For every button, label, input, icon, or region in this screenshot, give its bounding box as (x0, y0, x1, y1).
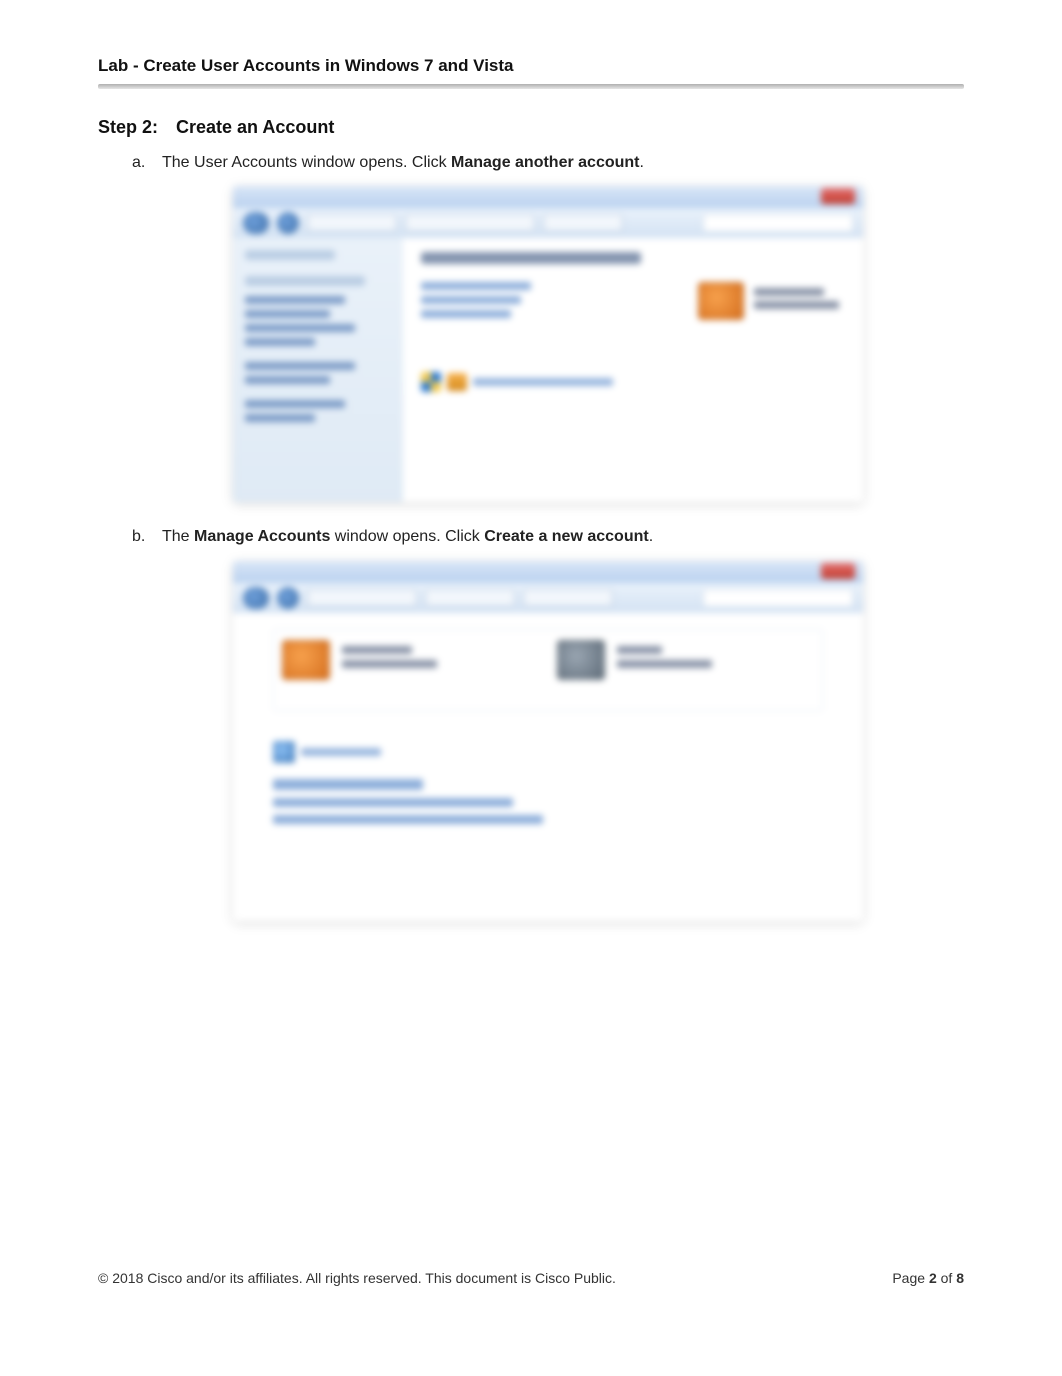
search-input[interactable] (703, 214, 853, 232)
shield-icon (421, 372, 441, 392)
back-button[interactable] (243, 587, 269, 609)
main-content (233, 613, 863, 921)
text-before: The User Accounts window opens. Click (162, 154, 451, 171)
bold-manage-another: Manage another account (451, 154, 639, 171)
link-text (301, 748, 381, 756)
account-tile[interactable] (557, 640, 712, 680)
page-number: 2 (929, 1270, 937, 1286)
search-input[interactable] (703, 589, 853, 607)
text-after: . (649, 528, 653, 545)
sidebar-link[interactable] (245, 296, 345, 304)
address-bar (233, 583, 863, 613)
account-type (754, 301, 839, 309)
sidebar-link[interactable] (245, 338, 315, 346)
list-item: b. The Manage Accounts window opens. Cli… (132, 526, 964, 548)
list-marker: a. (132, 152, 150, 174)
copyright: © 2018 Cisco and/or its affiliates. All … (98, 1270, 616, 1286)
sidebar (233, 238, 403, 502)
step-heading: Step 2: Create an Account (98, 117, 964, 138)
account-name (617, 646, 662, 654)
screenshot-user-accounts (233, 186, 863, 502)
breadcrumb[interactable] (307, 589, 417, 607)
breadcrumb[interactable] (523, 589, 613, 607)
header-divider (98, 84, 964, 89)
account-link[interactable] (273, 815, 543, 824)
account-name (754, 288, 824, 296)
text-mid: window opens. Click (330, 528, 484, 545)
forward-button[interactable] (277, 212, 299, 234)
page-label: Page (892, 1270, 929, 1286)
list-text: The Manage Accounts window opens. Click … (162, 526, 653, 548)
parental-controls-link[interactable] (273, 741, 823, 763)
list-text: The User Accounts window opens. Click Ma… (162, 152, 644, 174)
avatar-icon (282, 640, 330, 680)
window-titlebar (233, 186, 863, 208)
account-link[interactable] (421, 310, 511, 318)
sidebar-link[interactable] (245, 400, 345, 408)
account-link[interactable] (273, 798, 513, 807)
bold-manage-accounts: Manage Accounts (194, 528, 330, 545)
breadcrumb[interactable] (425, 589, 515, 607)
address-bar (233, 208, 863, 238)
close-icon[interactable] (821, 563, 855, 579)
account-type (342, 660, 437, 668)
main-content (403, 238, 863, 502)
content-heading (421, 252, 641, 264)
step-title-text: Create an Account (176, 117, 334, 137)
additional-action-heading (273, 779, 423, 790)
avatar-icon (698, 282, 744, 320)
list-marker: b. (132, 526, 150, 548)
account-name (342, 646, 412, 654)
current-account-tile (698, 282, 839, 320)
lab-title: Lab - Create User Accounts in Windows 7 … (98, 56, 964, 82)
uac-link[interactable] (421, 372, 845, 392)
page-footer: © 2018 Cisco and/or its affiliates. All … (98, 1270, 964, 1286)
of-label: of (937, 1270, 956, 1286)
sidebar-heading (245, 276, 365, 286)
avatar-icon (557, 640, 605, 680)
sidebar-link[interactable] (245, 414, 315, 422)
breadcrumb[interactable] (307, 214, 397, 232)
breadcrumb[interactable] (405, 214, 535, 232)
sidebar-link[interactable] (245, 362, 355, 370)
page-total: 8 (956, 1270, 964, 1286)
sidebar-link[interactable] (245, 376, 330, 384)
account-type (617, 660, 712, 668)
account-tile[interactable] (282, 640, 437, 680)
text-before: The (162, 528, 194, 545)
parental-icon (273, 741, 295, 763)
sidebar-link[interactable] (245, 324, 355, 332)
shield-icon (447, 373, 467, 391)
forward-button[interactable] (277, 587, 299, 609)
bold-create-new: Create a new account (484, 528, 649, 545)
accounts-grid (273, 629, 823, 711)
text-after: . (640, 154, 644, 171)
sidebar-link[interactable] (245, 310, 330, 318)
window-titlebar (233, 561, 863, 583)
page-indicator: Page 2 of 8 (892, 1270, 964, 1286)
uac-text (473, 378, 613, 386)
account-link[interactable] (421, 296, 521, 304)
back-button[interactable] (243, 212, 269, 234)
breadcrumb[interactable] (543, 214, 623, 232)
list-item: a. The User Accounts window opens. Click… (132, 152, 964, 174)
sidebar-heading (245, 250, 335, 260)
close-icon[interactable] (821, 188, 855, 204)
step-label: Step 2: (98, 117, 158, 137)
screenshot-manage-accounts (233, 561, 863, 921)
account-link[interactable] (421, 282, 531, 290)
